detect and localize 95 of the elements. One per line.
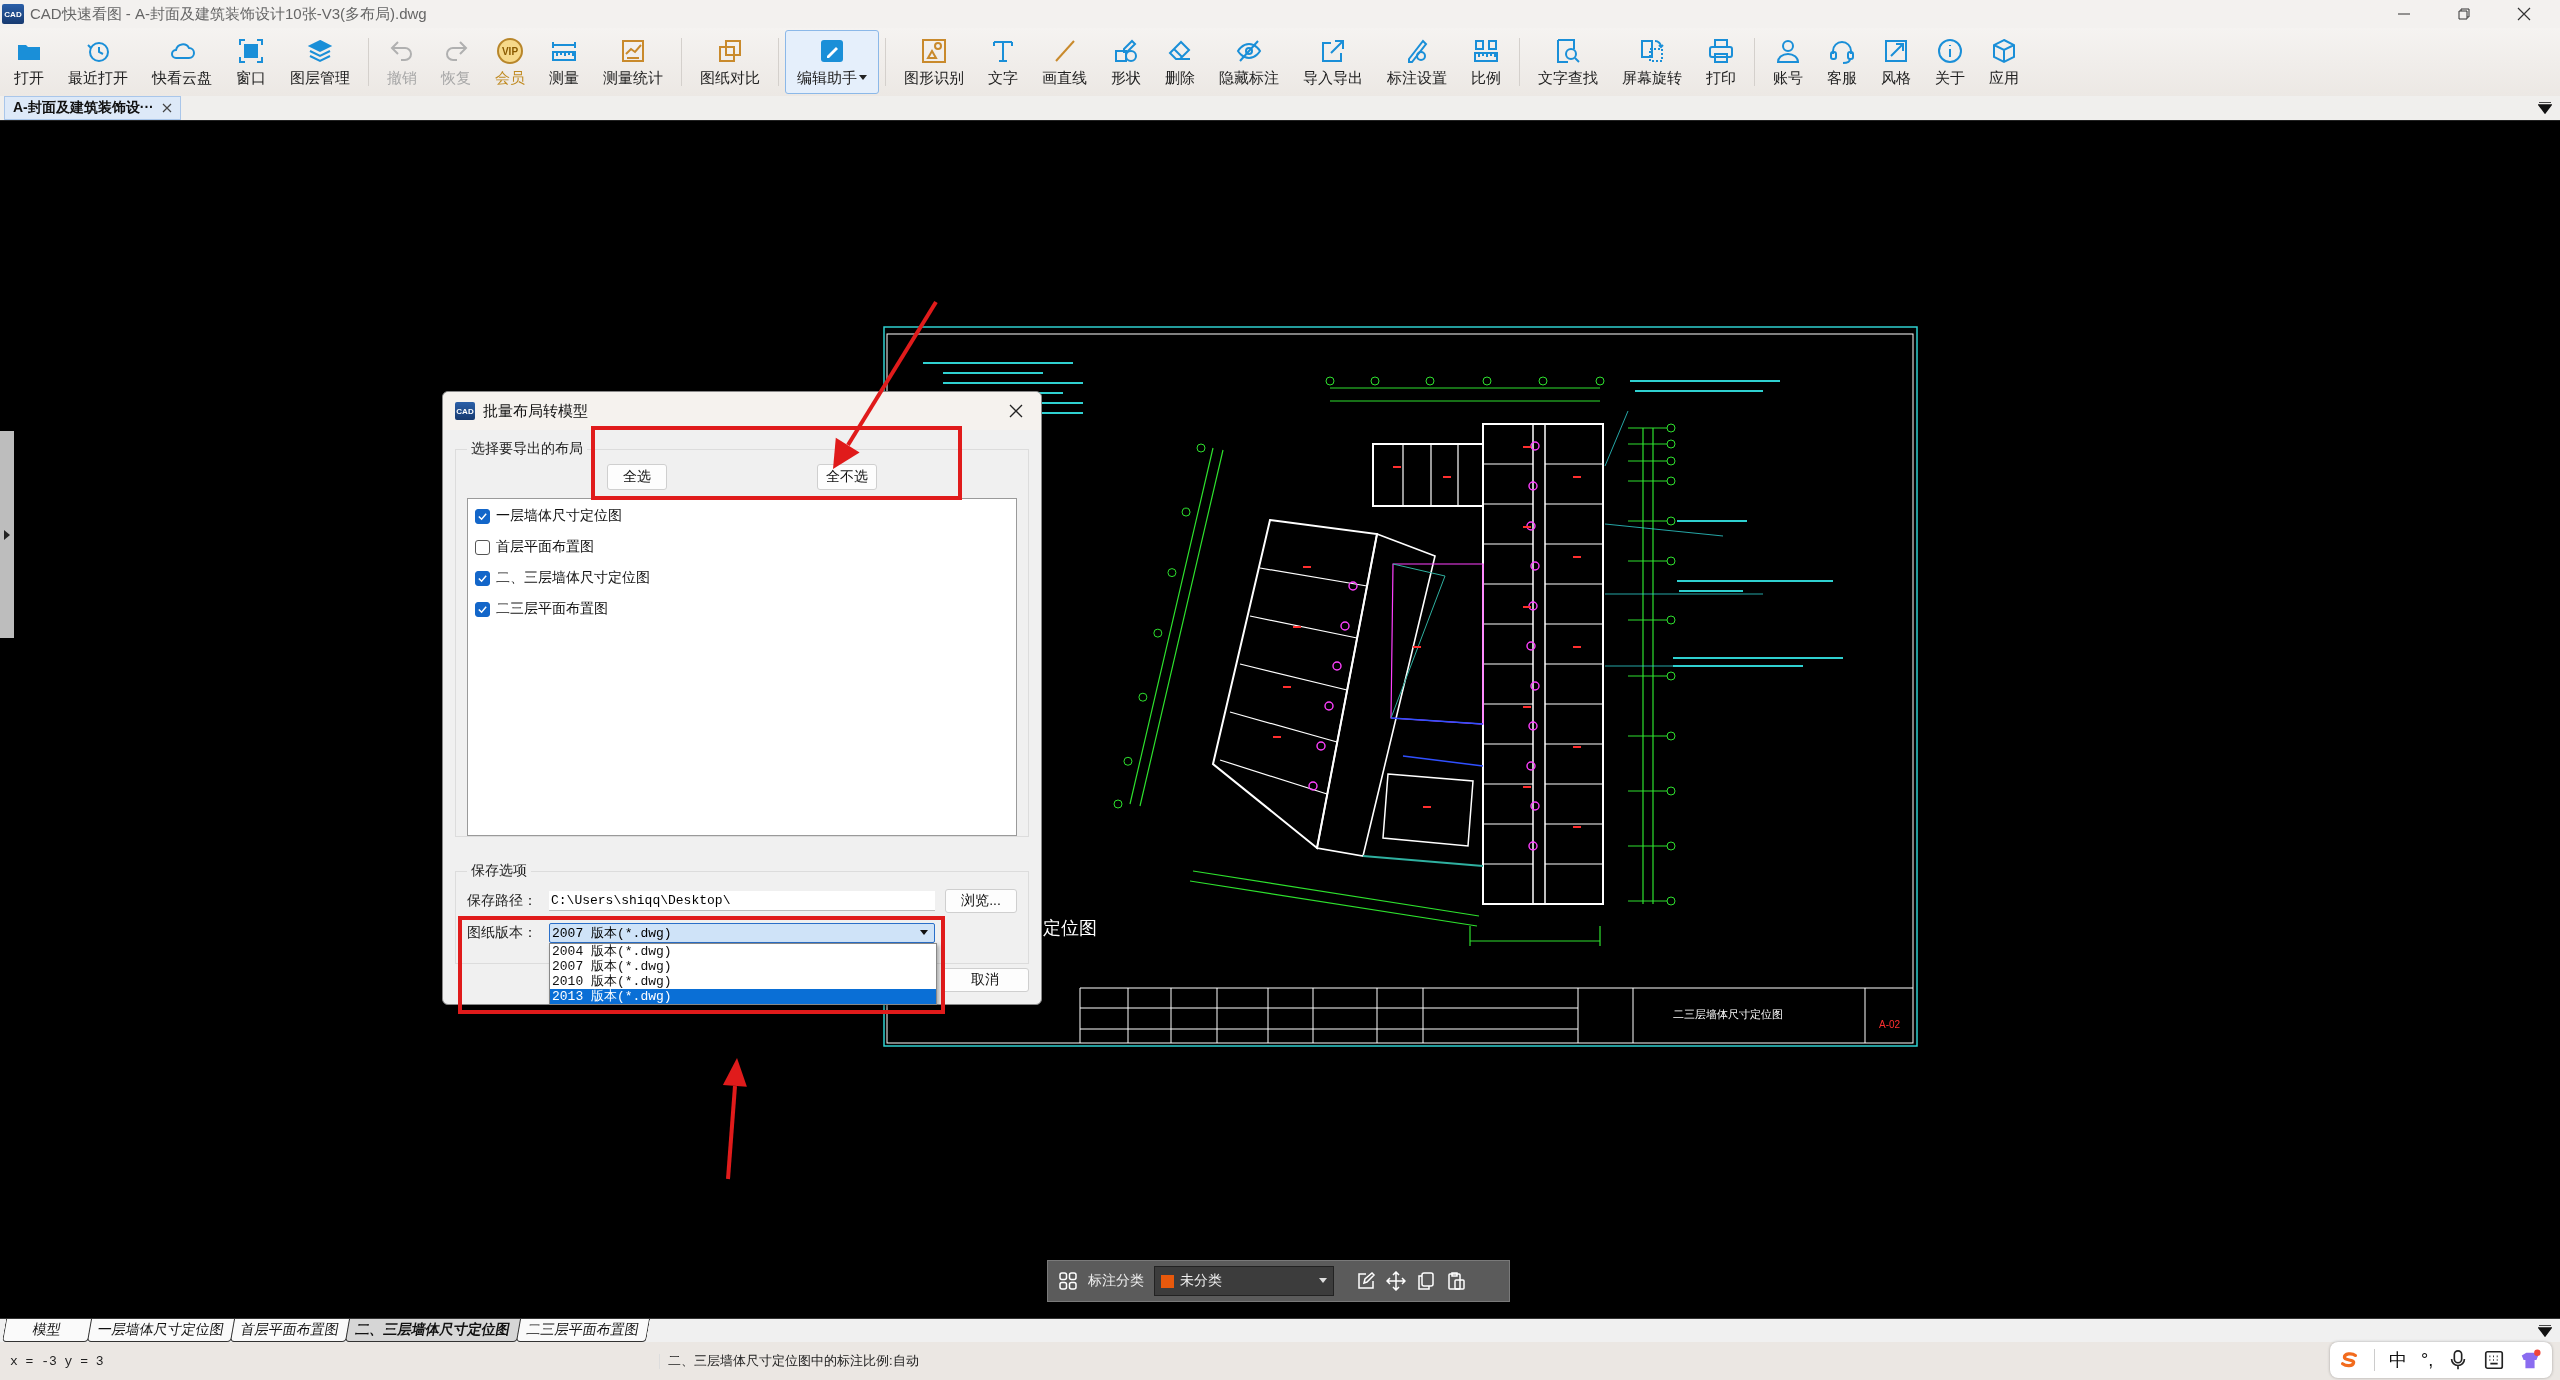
printer-icon bbox=[1707, 36, 1735, 65]
checkbox[interactable] bbox=[475, 539, 490, 555]
paste-icon[interactable] bbox=[1446, 1271, 1466, 1291]
toolbar-button[interactable]: 打印 bbox=[1694, 30, 1748, 94]
toolbar-button[interactable]: 最近打开 bbox=[56, 30, 140, 94]
version-label: 图纸版本： bbox=[467, 924, 538, 942]
caret-icon bbox=[920, 930, 928, 936]
cursor-coordinates: x = -3 y = 3 bbox=[0, 1353, 660, 1369]
toolbar-button[interactable]: 快看云盘 bbox=[140, 30, 224, 94]
dialog-button[interactable]: 全不选 bbox=[817, 464, 877, 490]
layout-tab[interactable]: 模型 bbox=[1, 1319, 93, 1342]
app-logo: CAD bbox=[2, 4, 24, 24]
dropdown-option[interactable]: 2004 版本(*.dwg) bbox=[550, 944, 936, 959]
group-legend: 选择要导出的布局 bbox=[467, 440, 587, 458]
toolbar-button[interactable]: 窗口 bbox=[224, 30, 278, 94]
close-icon[interactable] bbox=[2516, 6, 2532, 22]
toolbar-button[interactable]: 编辑助手 bbox=[785, 30, 879, 94]
checkmark-icon bbox=[477, 572, 488, 584]
shirt-icon[interactable] bbox=[2519, 1349, 2542, 1371]
dropdown-option[interactable]: 2013 版本(*.dwg) bbox=[550, 989, 936, 1004]
toolbar-button[interactable]: 画直线 bbox=[1030, 30, 1099, 94]
dialog-logo: CAD bbox=[455, 402, 475, 420]
checkbox[interactable] bbox=[475, 570, 490, 586]
dialog-title: 批量布局转模型 bbox=[483, 401, 588, 421]
search-document-icon bbox=[1554, 36, 1582, 65]
close-icon[interactable] bbox=[1009, 404, 1023, 418]
input-mode-toggle[interactable]: 中 bbox=[2389, 1348, 2407, 1372]
toolbar-button[interactable]: 图形识别 bbox=[892, 30, 976, 94]
shapes-icon bbox=[920, 36, 948, 65]
toolbar-button[interactable]: 文字查找 bbox=[1526, 30, 1610, 94]
toolbar-button[interactable]: 删除 bbox=[1153, 30, 1207, 94]
restore-icon[interactable] bbox=[2456, 6, 2472, 22]
toolbar-button[interactable]: 形状 bbox=[1099, 30, 1153, 94]
category-select[interactable]: 未分类 bbox=[1154, 1266, 1334, 1296]
dialog-button[interactable]: 全选 bbox=[607, 464, 667, 490]
checkbox-label: 二三层平面布置图 bbox=[496, 600, 608, 618]
toolbar-button[interactable]: 标注设置 bbox=[1375, 30, 1459, 94]
checkbox-label: 首层平面布置图 bbox=[496, 538, 594, 556]
copy-icon[interactable] bbox=[1416, 1271, 1436, 1291]
path-label: 保存路径： bbox=[467, 892, 538, 910]
toolbar-button[interactable]: 账号 bbox=[1761, 30, 1815, 94]
toolbar-button[interactable]: 图纸对比 bbox=[688, 30, 772, 94]
toolbar-button[interactable]: 导入导出 bbox=[1291, 30, 1375, 94]
toolbar-button[interactable]: 打开 bbox=[2, 30, 56, 94]
status-message: 二、三层墙体尺寸定位图中的标注比例:自动 bbox=[667, 1352, 919, 1370]
edit-icon[interactable] bbox=[1356, 1271, 1376, 1291]
toolbar-button[interactable]: 屏幕旋转 bbox=[1610, 30, 1694, 94]
dropdown-icon[interactable] bbox=[2538, 102, 2552, 114]
toolbar-button[interactable]: 比例 bbox=[1459, 30, 1513, 94]
checkbox[interactable] bbox=[475, 508, 490, 524]
panel-toggle-handle[interactable] bbox=[0, 431, 14, 638]
drawing-caption: 定位图 bbox=[1043, 918, 1097, 938]
category-label: 标注分类 bbox=[1088, 1272, 1144, 1290]
browse-button[interactable]: 浏览... bbox=[945, 889, 1017, 913]
layout-tab[interactable]: 首层平面布置图 bbox=[229, 1319, 351, 1342]
sheet-number: A-02 bbox=[1879, 1019, 1901, 1030]
toolbar-button[interactable]: 应用 bbox=[1977, 30, 2031, 94]
toolbar-button[interactable]: 关于 bbox=[1923, 30, 1977, 94]
checkbox-label: 一层墙体尺寸定位图 bbox=[496, 507, 622, 525]
group-legend: 保存选项 bbox=[467, 862, 531, 880]
close-icon[interactable] bbox=[161, 103, 172, 113]
punctuation-toggle[interactable]: °, bbox=[2421, 1349, 2434, 1371]
toolbar-button[interactable]: 风格 bbox=[1869, 30, 1923, 94]
toolbar-button[interactable]: 测量 bbox=[537, 30, 591, 94]
window-icon bbox=[237, 36, 265, 65]
grid-icon[interactable] bbox=[1058, 1271, 1078, 1291]
layout-tab[interactable]: 二、三层墙体尺寸定位图 bbox=[344, 1319, 522, 1342]
caret-icon bbox=[859, 75, 867, 81]
drawing-name: 二三层墙体尺寸定位图 bbox=[1673, 1008, 1783, 1020]
layout-tab[interactable]: 一层墙体尺寸定位图 bbox=[86, 1319, 236, 1342]
toolbar-button[interactable]: 客服 bbox=[1815, 30, 1869, 94]
checkbox[interactable] bbox=[475, 601, 490, 617]
caret-icon bbox=[1319, 1278, 1327, 1284]
info-icon bbox=[1936, 36, 1964, 65]
move-icon[interactable] bbox=[1386, 1271, 1406, 1291]
window-title: CAD快速看图 - A-封面及建筑装饰设计10张-V3(多布局).dwg bbox=[30, 4, 427, 24]
version-select[interactable]: 2007 版本(*.dwg) bbox=[549, 923, 935, 943]
cube-icon bbox=[1990, 36, 2018, 65]
dropdown-option[interactable]: 2010 版本(*.dwg) bbox=[550, 974, 936, 989]
toolbar-button[interactable]: 测量统计 bbox=[591, 30, 675, 94]
keyboard-icon[interactable] bbox=[2483, 1349, 2506, 1371]
document-tab[interactable]: A-封面及建筑装饰设··· bbox=[4, 96, 181, 120]
checkbox-label: 二、三层墙体尺寸定位图 bbox=[496, 569, 650, 587]
checkmark-icon bbox=[477, 510, 488, 522]
dropdown-icon[interactable] bbox=[2538, 1325, 2552, 1337]
expand-icon bbox=[4, 529, 10, 540]
toolbar-button[interactable]: 图层管理 bbox=[278, 30, 362, 94]
toolbar-button[interactable]: 文字 bbox=[976, 30, 1030, 94]
path-field[interactable]: C:\Users\shiqq\Desktop\ bbox=[549, 891, 935, 911]
checkmark-icon bbox=[477, 603, 488, 615]
layout-tab[interactable]: 二三层平面布置图 bbox=[515, 1319, 651, 1342]
vip-badge: VIP bbox=[496, 36, 524, 65]
toolbar-button[interactable]: VIP 会员 bbox=[483, 30, 537, 94]
dropdown-option[interactable]: 2007 版本(*.dwg) bbox=[550, 959, 936, 974]
toolbar-button[interactable]: 隐藏标注 bbox=[1207, 30, 1291, 94]
